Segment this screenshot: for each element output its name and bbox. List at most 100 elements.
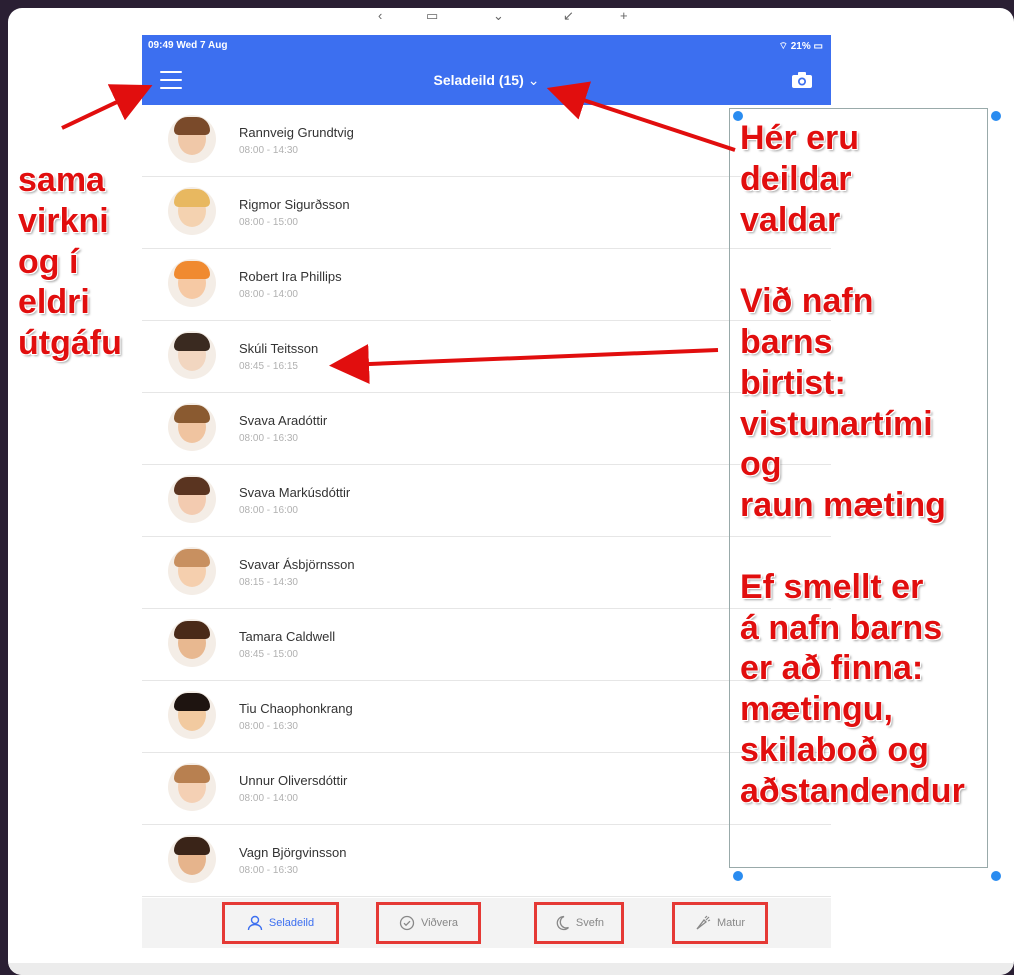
- child-name: Svava Markúsdóttir: [239, 485, 351, 500]
- child-avatar: [168, 259, 216, 307]
- bottom-strip: [8, 963, 1014, 975]
- ghost-arrow-icon: ↙: [563, 8, 574, 23]
- tab-matur-label: Matur: [716, 917, 746, 929]
- tab-svefn[interactable]: Svefn: [534, 902, 624, 944]
- child-time: 08:00 - 16:00: [239, 505, 298, 516]
- annotation-line: valdar: [740, 200, 841, 239]
- annotation-line: aðstandendur: [740, 771, 965, 810]
- annotation-left: sama virkni og í eldri útgáfu: [18, 160, 122, 364]
- status-bar: 09:49 Wed 7 Aug ⌔ 21% ▭: [142, 35, 831, 57]
- child-time: 08:45 - 16:15: [239, 361, 298, 372]
- child-row[interactable]: Robert Ira Phillips 08:00 - 14:00: [142, 249, 831, 321]
- child-row[interactable]: Rigmor Sigurðsson 08:00 - 15:00: [142, 177, 831, 249]
- tab-svefn-label: Svefn: [575, 917, 605, 929]
- child-time: 08:00 - 15:00: [239, 217, 298, 228]
- child-row[interactable]: Tamara Caldwell 08:45 - 15:00: [142, 609, 831, 681]
- annotation-line: og í: [18, 242, 79, 281]
- annotation-line: og: [740, 445, 782, 484]
- child-row[interactable]: Svava Markúsdóttir 08:00 - 16:00: [142, 465, 831, 537]
- child-avatar: [168, 475, 216, 523]
- department-title: Seladeild (15): [433, 72, 524, 88]
- status-time: 09:49 Wed 7 Aug: [148, 40, 228, 51]
- child-name: Tamara Caldwell: [239, 629, 336, 644]
- selection-handle-bottom-left[interactable]: [733, 871, 743, 881]
- annotation-line: mætingu,: [740, 690, 893, 729]
- battery-percent: 21%: [790, 41, 811, 52]
- camera-icon[interactable]: [791, 71, 813, 94]
- child-name: Rigmor Sigurðsson: [239, 197, 350, 212]
- annotation-line: útgáfu: [18, 324, 122, 363]
- child-avatar: [168, 331, 216, 379]
- ghost-back-icon: ‹: [378, 8, 383, 23]
- tab-vidvera-label: Viðvera: [420, 917, 459, 929]
- annotation-line: skilaboð og: [740, 730, 929, 769]
- child-row[interactable]: Vagn Björgvinsson 08:00 - 16:30: [142, 825, 831, 897]
- child-time: 08:00 - 14:00: [239, 793, 298, 804]
- child-row[interactable]: Svavar Ásbjörnsson 08:15 - 14:30: [142, 537, 831, 609]
- person-icon: [247, 915, 263, 931]
- child-row[interactable]: Skúli Teitsson 08:45 - 16:15: [142, 321, 831, 393]
- tab-vidvera[interactable]: Viðvera: [376, 902, 481, 944]
- child-time: 08:00 - 16:30: [239, 433, 298, 444]
- navbar: Seladeild (15) ⌄: [142, 57, 831, 105]
- child-time: 08:00 - 14:00: [239, 289, 298, 300]
- child-time: 08:00 - 16:30: [239, 865, 298, 876]
- battery-icon: ▭: [813, 41, 823, 52]
- status-right: ⌔ 21% ▭: [779, 40, 823, 53]
- selection-handle-bottom-right[interactable]: [991, 871, 1001, 881]
- child-avatar: [168, 403, 216, 451]
- tab-matur[interactable]: Matur: [672, 902, 768, 944]
- ghost-chevron-icon: ⌄: [493, 8, 504, 23]
- ghost-toolbar: ‹ ▭ ⌄ ↙ +: [358, 8, 658, 26]
- wifi-icon: ⌔: [778, 41, 788, 52]
- child-name: Svava Aradóttir: [239, 413, 328, 428]
- child-row[interactable]: Tiu Chaophonkrang 08:00 - 16:30: [142, 681, 831, 753]
- annotation-line: á nafn barns: [740, 608, 943, 647]
- annotation-line: [740, 526, 965, 567]
- department-selector[interactable]: Seladeild (15) ⌄: [142, 72, 831, 89]
- child-name: Skúli Teitsson: [239, 341, 319, 356]
- child-name: Tiu Chaophonkrang: [239, 701, 353, 716]
- child-name: Unnur Oliversdóttir: [239, 773, 348, 788]
- annotation-line: sama: [18, 161, 105, 199]
- child-row[interactable]: Rannveig Grundtvig 08:00 - 14:30: [142, 105, 831, 177]
- child-name: Svavar Ásbjörnsson: [239, 557, 355, 572]
- carrot-icon: [696, 915, 711, 930]
- ghost-calendar-icon: ▭: [426, 8, 439, 23]
- child-avatar: [168, 835, 216, 883]
- moon-icon: [556, 915, 569, 931]
- annotation-line: er að finna:: [740, 649, 924, 688]
- child-avatar: [168, 115, 216, 163]
- annotation-line: Við nafn: [740, 282, 874, 321]
- annotation-line: raun mæting: [740, 486, 946, 525]
- child-avatar: [168, 187, 216, 235]
- child-row[interactable]: Svava Aradóttir 08:00 - 16:30: [142, 393, 831, 465]
- bottom-tab-bar: Seladeild Viðvera Svefn Matur: [142, 898, 831, 948]
- child-avatar: [168, 763, 216, 811]
- annotation-line: vistunartími: [740, 404, 933, 443]
- child-name: Rannveig Grundtvig: [239, 125, 354, 140]
- child-row[interactable]: Unnur Oliversdóttir 08:00 - 14:00: [142, 753, 831, 825]
- annotation-line: deildar: [740, 159, 852, 198]
- child-name: Vagn Björgvinsson: [239, 845, 347, 860]
- tab-seladeild[interactable]: Seladeild: [222, 902, 339, 944]
- annotation-right: Hér eru deildar valdar Við nafn barns birtis…: [740, 118, 965, 812]
- child-avatar: [168, 691, 216, 739]
- check-circle-icon: [399, 915, 415, 931]
- annotation-line: Ef smellt er: [740, 567, 924, 606]
- annotation-line: birtist:: [740, 363, 846, 402]
- child-avatar: [168, 547, 216, 595]
- chevron-down-icon: ⌄: [527, 72, 540, 88]
- tablet-app: 09:49 Wed 7 Aug ⌔ 21% ▭ Seladeild (15) ⌄ …: [142, 35, 831, 905]
- child-time: 08:15 - 14:30: [239, 577, 298, 588]
- tab-seladeild-label: Seladeild: [268, 917, 315, 929]
- annotation-line: barns: [740, 322, 833, 361]
- selection-handle-top-right[interactable]: [991, 111, 1001, 121]
- child-time: 08:45 - 15:00: [239, 649, 298, 660]
- annotation-line: eldri: [18, 283, 90, 322]
- annotation-line: virkni: [18, 201, 109, 240]
- child-time: 08:00 - 16:30: [239, 721, 298, 732]
- annotation-line: [740, 240, 965, 281]
- ghost-plus-icon: +: [620, 8, 628, 23]
- annotation-line: Hér eru: [740, 119, 860, 157]
